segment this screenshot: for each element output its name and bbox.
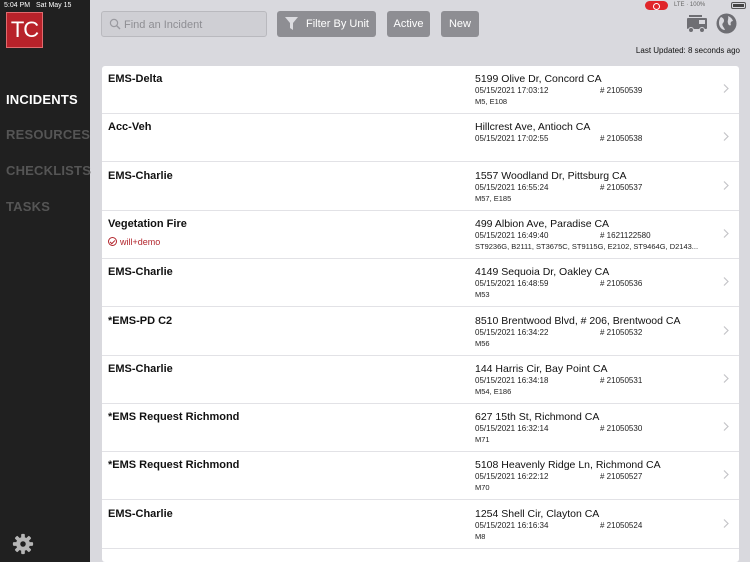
incident-type: *EMS Request Richmond (108, 411, 240, 424)
active-button[interactable]: Active (387, 11, 430, 37)
incident-units: M70 (475, 483, 490, 493)
incident-units: M56 (475, 338, 490, 348)
incident-units: M57, E185 (475, 193, 512, 203)
table-row[interactable]: EMS-Delta 5199 Olive Dr, Concord CA 05/1… (102, 66, 739, 114)
incident-datetime: 05/15/2021 16:34:22 (475, 327, 549, 337)
assigned-user: will+demo (108, 236, 160, 247)
table-row[interactable]: Acc-Veh Hillcrest Ave, Antioch CA 05/15/… (102, 114, 739, 163)
chevron-right-icon (723, 422, 729, 432)
chevron-right-icon (723, 132, 729, 142)
chevron-right-icon (723, 325, 729, 335)
incident-number: # 21050539 (600, 86, 643, 95)
incident-address: Hillcrest Ave, Antioch CA (475, 121, 591, 134)
network-indicator: LTE · 100% (674, 2, 706, 8)
incident-type: *EMS Request Richmond (108, 459, 240, 472)
table-row[interactable]: EMS-Charlie 1254 Shell Cir, Clayton CA 0… (102, 501, 739, 549)
sidebar-item-incidents[interactable]: INCIDENTS (6, 92, 78, 107)
chevron-right-icon (723, 84, 729, 93)
chevron-right-icon (723, 228, 729, 238)
table-row[interactable]: EMS-Charlie 144 Harris Cir, Bay Point CA… (102, 356, 739, 404)
chevron-right-icon (723, 180, 729, 190)
incident-type: EMS-Charlie (108, 362, 173, 375)
chevron-right-icon (723, 277, 729, 287)
table-row[interactable]: *EMS Request Richmond 627 15th St, Richm… (102, 404, 739, 453)
incident-address: 5199 Olive Dr, Concord CA (475, 73, 602, 85)
incident-units: M53 (475, 290, 490, 300)
chevron-right-icon (723, 373, 729, 383)
incident-datetime: 05/15/2021 16:48:59 (475, 279, 549, 289)
app-logo: TC (6, 12, 43, 48)
incident-address: 5108 Heavenly Ridge Ln, Richmond CA (475, 459, 661, 472)
gear-icon[interactable] (12, 533, 34, 555)
table-row[interactable]: EMS-Charlie 4149 Sequoia Dr, Oakley CA 0… (102, 259, 739, 308)
incident-units: M8 (475, 531, 486, 541)
incident-number: # 21050536 (600, 279, 643, 289)
incident-number: # 21050524 (600, 520, 643, 530)
incident-units: M5, E108 (475, 97, 508, 106)
sidebar-item-resources[interactable]: RESOURCES (6, 127, 90, 142)
sidebar-item-tasks[interactable]: TASKS (6, 199, 50, 214)
status-date: Sat May 15 (36, 2, 72, 9)
incident-address: 1557 Woodland Dr, Pittsburg CA (475, 169, 627, 182)
incident-address: 144 Harris Cir, Bay Point CA (475, 362, 608, 375)
filter-icon (285, 17, 298, 30)
incident-type: EMS-Charlie (108, 169, 173, 182)
sidebar: TC INCIDENTS RESOURCES CHECKLISTS TASKS (0, 0, 91, 562)
table-row[interactable]: Vegetation Fire will+demo 499 Albion Ave… (102, 211, 739, 259)
chevron-right-icon (723, 518, 729, 528)
incident-datetime: 05/15/2021 17:02:55 (475, 134, 549, 144)
incident-datetime: 05/15/2021 16:49:40 (475, 230, 549, 240)
new-button[interactable]: New (441, 11, 479, 37)
incident-address: 499 Albion Ave, Paradise CA (475, 217, 610, 230)
last-updated-text: Last Updated: 8 seconds ago (635, 46, 740, 55)
filter-by-unit-label: Filter By Unit (306, 18, 369, 30)
incident-number: # 21050537 (600, 182, 643, 192)
search-icon (109, 18, 121, 30)
incident-datetime: 05/15/2021 17:03:12 (475, 86, 549, 95)
incident-type: EMS-Delta (108, 73, 163, 85)
incident-type: Vegetation Fire (108, 217, 187, 230)
incident-number: # 21050530 (600, 424, 643, 434)
incident-units: ST9236G, B2111, ST3675C, ST9115G, E2102,… (475, 241, 699, 251)
incident-type: *EMS-PD C2 (108, 314, 173, 327)
incident-datetime: 05/15/2021 16:34:18 (475, 375, 549, 385)
search-box[interactable] (101, 11, 267, 37)
status-time: 5:04 PM (4, 2, 31, 9)
fire-truck-icon[interactable] (686, 14, 708, 34)
incident-datetime: 05/15/2021 16:32:14 (475, 424, 549, 434)
incident-units: M71 (475, 435, 490, 445)
globe-icon[interactable] (716, 13, 737, 34)
incident-datetime: 05/15/2021 16:55:24 (475, 182, 549, 192)
incident-number: # 21050538 (600, 134, 643, 144)
table-row[interactable]: EMS-Charlie 1557 Woodland Dr, Pittsburg … (102, 163, 739, 211)
incident-number: # 21050527 (600, 472, 643, 482)
incident-number: # 21050532 (600, 327, 643, 337)
incident-address: 4149 Sequoia Dr, Oakley CA (475, 266, 610, 279)
incident-number: # 21050531 (600, 375, 643, 385)
incident-type: Acc-Veh (108, 121, 152, 134)
incident-address: 1254 Shell Cir, Clayton CA (475, 507, 600, 520)
filter-by-unit-button[interactable]: Filter By Unit (277, 11, 376, 37)
incident-list: EMS-Delta 5199 Olive Dr, Concord CA 05/1… (102, 66, 739, 562)
incident-type: EMS-Charlie (108, 507, 173, 520)
incident-datetime: 05/15/2021 16:22:12 (475, 472, 549, 482)
incident-type: EMS-Charlie (108, 266, 173, 279)
status-bar: 5:04 PM Sat May 15 LTE · 100% (0, 0, 750, 12)
check-circle-icon (108, 236, 117, 246)
search-input[interactable] (124, 16, 262, 33)
table-row[interactable]: *EMS-PD C2 8510 Brentwood Blvd, # 206, B… (102, 308, 739, 356)
incident-datetime: 05/15/2021 16:16:34 (475, 520, 549, 530)
incident-address: 8510 Brentwood Blvd, # 206, Brentwood CA (475, 314, 681, 327)
sidebar-item-checklists[interactable]: CHECKLISTS (6, 163, 91, 178)
incident-number: # 1621122580 (600, 230, 651, 240)
battery-icon (731, 2, 746, 9)
incident-address: 627 15th St, Richmond CA (475, 411, 600, 424)
screen-recording-indicator (645, 1, 668, 10)
chevron-right-icon (723, 470, 729, 480)
table-row[interactable]: *EMS Request Richmond 5108 Heavenly Ridg… (102, 452, 739, 501)
incident-units: M54, E186 (475, 386, 512, 396)
